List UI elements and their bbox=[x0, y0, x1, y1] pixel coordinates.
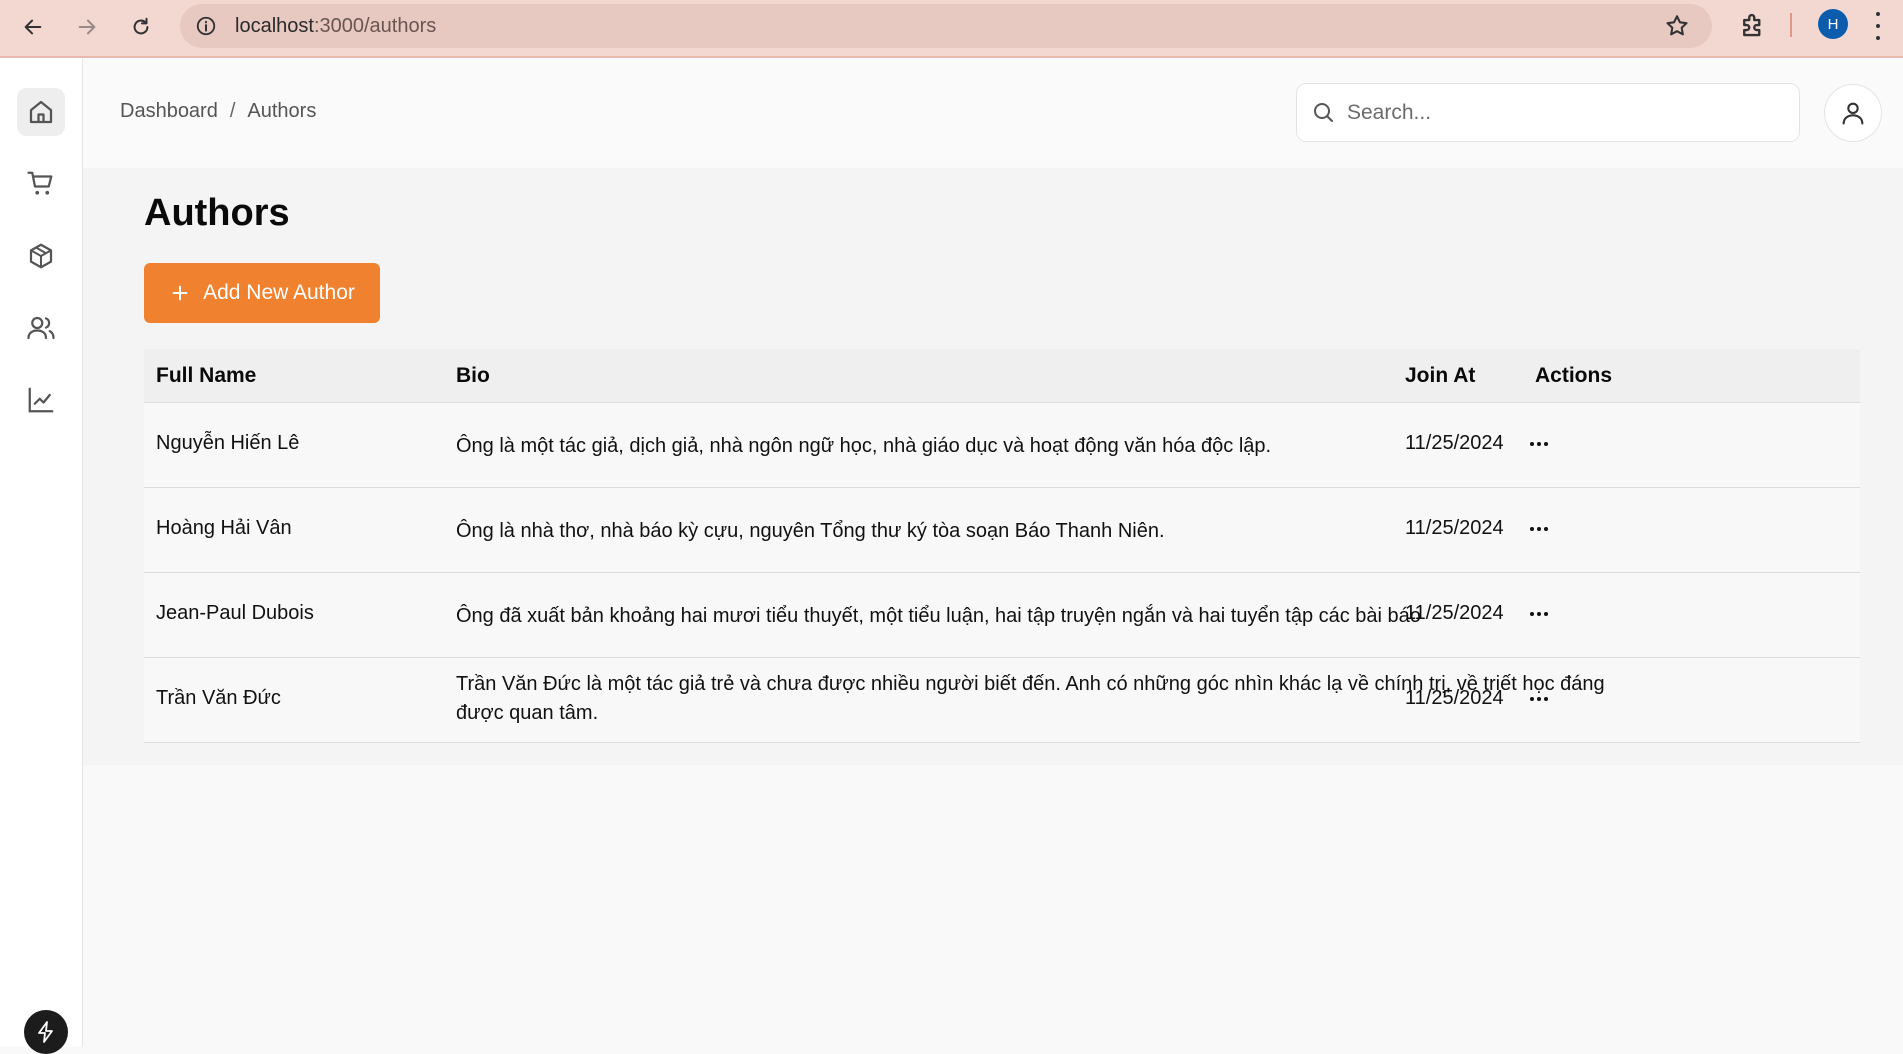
breadcrumb-separator: / bbox=[229, 100, 236, 122]
table-row[interactable]: Jean-Paul Dubois Ông đã xuất bản khoảng … bbox=[144, 573, 1860, 658]
devtools-button[interactable] bbox=[24, 1010, 68, 1054]
more-dots-icon bbox=[1530, 442, 1534, 446]
url-path: :3000/authors bbox=[313, 15, 437, 37]
sidebar-item-orders[interactable] bbox=[17, 160, 65, 208]
toolbar-divider bbox=[1790, 13, 1792, 37]
main-content: Authors Add New Author Full Name Bio Joi… bbox=[83, 168, 1903, 765]
url-host: localhost bbox=[235, 15, 314, 37]
table-header: Full Name Bio Join At Actions bbox=[144, 349, 1860, 403]
search-icon bbox=[1314, 103, 1333, 122]
column-header-bio[interactable]: Bio bbox=[456, 364, 490, 388]
add-author-label: Add New Author bbox=[203, 281, 355, 304]
more-dots-icon bbox=[1530, 612, 1534, 616]
author-name: Jean-Paul Dubois bbox=[156, 602, 314, 624]
column-header-actions: Actions bbox=[1535, 364, 1613, 387]
users-icon bbox=[27, 316, 55, 340]
extensions-puzzle-icon[interactable] bbox=[1738, 10, 1768, 40]
author-name: Hoàng Hải Vân bbox=[156, 517, 292, 539]
url-text[interactable]: localhost:3000/authors bbox=[235, 15, 436, 38]
breadcrumb-dashboard-link[interactable]: Dashboard bbox=[120, 100, 218, 122]
sidebar-item-authors[interactable] bbox=[17, 304, 65, 352]
line-chart-icon bbox=[28, 387, 54, 413]
author-join-date: 11/25/2024 bbox=[1405, 687, 1504, 709]
row-actions-button[interactable] bbox=[1522, 512, 1556, 546]
address-bar[interactable]: localhost:3000/authors bbox=[180, 4, 1712, 48]
user-menu-button[interactable] bbox=[1824, 84, 1882, 142]
add-author-button[interactable]: Add New Author bbox=[144, 263, 380, 323]
column-header-full-name[interactable]: Full Name bbox=[156, 364, 256, 388]
sidebar-item-products[interactable] bbox=[17, 232, 65, 280]
row-actions-button[interactable] bbox=[1522, 427, 1556, 461]
reload-button[interactable] bbox=[124, 10, 158, 44]
browser-toolbar: localhost:3000/authors H bbox=[0, 0, 1903, 58]
page-title: Authors bbox=[144, 192, 290, 234]
arrow-left-icon bbox=[24, 19, 42, 35]
reload-icon bbox=[133, 17, 149, 35]
home-icon bbox=[29, 100, 53, 124]
site-info-button[interactable] bbox=[192, 12, 220, 40]
more-dots-icon bbox=[1530, 697, 1534, 701]
authors-table: Full Name Bio Join At Actions Nguyễn Hiế… bbox=[144, 349, 1860, 743]
breadcrumb: Dashboard / Authors bbox=[120, 100, 316, 123]
author-name: Nguyễn Hiến Lê bbox=[156, 432, 300, 454]
back-button[interactable] bbox=[16, 10, 50, 44]
table-row[interactable]: Nguyễn Hiến Lê Ông là một tác giả, dịch … bbox=[144, 403, 1860, 488]
author-join-date: 11/25/2024 bbox=[1405, 602, 1504, 624]
row-actions-button[interactable] bbox=[1522, 682, 1556, 716]
top-header: Dashboard / Authors bbox=[83, 58, 1903, 168]
search-field[interactable] bbox=[1296, 83, 1800, 142]
author-join-date: 11/25/2024 bbox=[1405, 517, 1504, 539]
row-actions-button[interactable] bbox=[1522, 597, 1556, 631]
more-dots-icon bbox=[1530, 527, 1534, 531]
profile-avatar[interactable]: H bbox=[1818, 9, 1848, 39]
table-row[interactable]: Trần Văn Đức Trần Văn Đức là một tác giả… bbox=[144, 658, 1860, 743]
sidebar-item-analytics[interactable] bbox=[17, 376, 65, 424]
package-icon bbox=[29, 243, 53, 269]
author-name: Trần Văn Đức bbox=[156, 687, 281, 709]
table-row[interactable]: Hoàng Hải Vân Ông là nhà thơ, nhà báo kỳ… bbox=[144, 488, 1860, 573]
breadcrumb-current: Authors bbox=[247, 100, 317, 122]
info-icon bbox=[196, 16, 216, 36]
author-join-date: 11/25/2024 bbox=[1405, 432, 1504, 454]
column-header-join-at[interactable]: Join At bbox=[1405, 364, 1475, 388]
forward-button[interactable] bbox=[70, 10, 104, 44]
browser-menu-button[interactable] bbox=[1870, 12, 1886, 40]
shopping-cart-icon bbox=[27, 171, 53, 195]
plus-icon bbox=[172, 285, 188, 301]
arrow-right-icon bbox=[78, 19, 96, 35]
sidebar bbox=[0, 58, 83, 1054]
search-input[interactable] bbox=[1345, 96, 1779, 130]
bolt-icon bbox=[38, 1021, 53, 1043]
bookmark-star-icon[interactable] bbox=[1664, 13, 1690, 39]
user-icon bbox=[1842, 102, 1864, 125]
sidebar-item-home[interactable] bbox=[17, 88, 65, 136]
